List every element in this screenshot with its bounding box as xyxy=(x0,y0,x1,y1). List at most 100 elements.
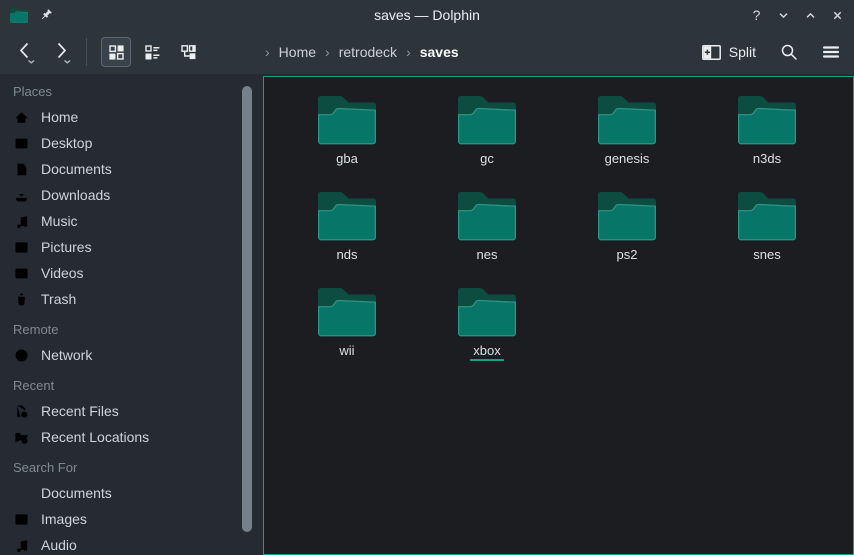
search-icon xyxy=(780,43,798,61)
folder-label: nes xyxy=(474,247,501,265)
folder-snes[interactable]: snes xyxy=(697,184,837,280)
minimize-button[interactable] xyxy=(776,8,791,23)
window-folder-icon[interactable] xyxy=(10,8,28,23)
folder-label: gba xyxy=(333,151,361,169)
details-view-icon xyxy=(144,44,161,61)
pictures-icon xyxy=(13,239,30,256)
sidebar-section: Places Home Desktop Documents Downloads … xyxy=(0,74,263,312)
sidebar-item-label: Recent Files xyxy=(41,403,119,419)
folder-label: wii xyxy=(336,343,357,361)
sidebar-item-home[interactable]: Home xyxy=(0,104,263,130)
folder-icon xyxy=(458,96,516,145)
folder-icon xyxy=(318,96,376,145)
chevron-down-icon xyxy=(778,10,789,21)
arrow-back-icon xyxy=(14,39,38,65)
close-button[interactable] xyxy=(830,8,845,23)
sidebar-item-label: Network xyxy=(41,347,92,363)
folder-n3ds[interactable]: n3ds xyxy=(697,88,837,184)
folder-icon xyxy=(458,192,516,241)
sidebar-item-label: Trash xyxy=(41,291,76,307)
sidebar-item-network[interactable]: Network xyxy=(0,342,263,368)
sidebar-item-downloads[interactable]: Downloads xyxy=(0,182,263,208)
trash-icon xyxy=(13,291,30,308)
sidebar-item-label: Images xyxy=(41,511,87,527)
desktop-icon xyxy=(13,135,30,152)
hamburger-menu-icon xyxy=(822,43,840,61)
view-tree-button[interactable] xyxy=(173,37,203,67)
view-details-button[interactable] xyxy=(137,37,167,67)
downloads-icon xyxy=(13,187,30,204)
breadcrumb-separator-icon: › xyxy=(265,44,270,60)
back-button[interactable] xyxy=(12,37,40,67)
search-button[interactable] xyxy=(780,43,798,61)
sidebar-item-documents[interactable]: Documents xyxy=(0,480,263,506)
forward-button[interactable] xyxy=(48,37,76,67)
sidebar-item-trash[interactable]: Trash xyxy=(0,286,263,312)
sidebar-section-items: Documents Images Audio xyxy=(0,480,263,555)
sidebar-section: Search For Documents Images Audio xyxy=(0,450,263,555)
folder-ps2[interactable]: ps2 xyxy=(557,184,697,280)
sidebar-section-header-remote[interactable]: Remote xyxy=(0,312,263,342)
sidebar-item-pictures[interactable]: Pictures xyxy=(0,234,263,260)
folder-icon xyxy=(738,96,796,145)
folder-label: ps2 xyxy=(614,247,641,265)
split-button[interactable]: Split xyxy=(702,44,756,60)
folder-icon xyxy=(598,192,656,241)
pin-icon[interactable] xyxy=(39,8,53,22)
chevron-up-icon xyxy=(805,10,816,21)
folder-grid: gba gc genesis n3ds nds nes ps2 snes wii… xyxy=(277,88,853,376)
sidebar-section-items: Recent Files Recent Locations xyxy=(0,398,263,450)
split-button-label: Split xyxy=(729,44,756,60)
folder-icon xyxy=(738,192,796,241)
folder-view[interactable]: gba gc genesis n3ds nds nes ps2 snes wii… xyxy=(263,76,854,555)
recent-files-icon xyxy=(13,403,30,420)
folder-xbox[interactable]: xbox xyxy=(417,280,557,376)
sidebar-item-recent-locations[interactable]: Recent Locations xyxy=(0,424,263,450)
document-icon xyxy=(13,161,30,178)
sidebar-item-images[interactable]: Images xyxy=(0,506,263,532)
music-icon xyxy=(13,213,30,230)
sidebar-scrollbar[interactable] xyxy=(242,86,252,532)
sidebar-item-music[interactable]: Music xyxy=(0,208,263,234)
folder-nes[interactable]: nes xyxy=(417,184,557,280)
view-icons-button[interactable] xyxy=(101,37,131,67)
folder-nds[interactable]: nds xyxy=(277,184,417,280)
sidebar-item-label: Home xyxy=(41,109,78,125)
folder-icon xyxy=(598,96,656,145)
sidebar-section-header-recent[interactable]: Recent xyxy=(0,368,263,398)
sidebar-item-label: Documents xyxy=(41,485,112,501)
tree-view-icon xyxy=(180,44,197,61)
sidebar-item-audio[interactable]: Audio xyxy=(0,532,263,555)
maximize-button[interactable] xyxy=(803,8,818,23)
breadcrumb-item-retrodeck[interactable]: retrodeck xyxy=(339,44,397,60)
icons-view-icon xyxy=(108,44,125,61)
home-icon xyxy=(13,109,30,126)
folder-gc[interactable]: gc xyxy=(417,88,557,184)
folder-genesis[interactable]: genesis xyxy=(557,88,697,184)
sidebar-section-items: Network xyxy=(0,342,263,368)
sidebar-item-videos[interactable]: Videos xyxy=(0,260,263,286)
sidebar-item-label: Downloads xyxy=(41,187,110,203)
sidebar-section: Remote Network xyxy=(0,312,263,368)
help-button[interactable]: ? xyxy=(749,8,764,23)
sidebar-section-header-places[interactable]: Places xyxy=(0,74,263,104)
breadcrumb-item-home[interactable]: Home xyxy=(279,44,316,60)
folder-label: n3ds xyxy=(750,151,784,169)
folder-label: xbox xyxy=(470,343,503,361)
sidebar-item-label: Desktop xyxy=(41,135,92,151)
folder-label: snes xyxy=(750,247,783,265)
breadcrumb-separator-icon: › xyxy=(406,44,411,60)
network-icon xyxy=(13,347,30,364)
sidebar-section-header-search-for[interactable]: Search For xyxy=(0,450,263,480)
places-panel: Places Home Desktop Documents Downloads … xyxy=(0,74,263,555)
sidebar-item-recent-files[interactable]: Recent Files xyxy=(0,398,263,424)
sidebar-item-documents[interactable]: Documents xyxy=(0,156,263,182)
menu-button[interactable] xyxy=(822,43,840,61)
folder-gba[interactable]: gba xyxy=(277,88,417,184)
sidebar-item-label: Music xyxy=(41,213,78,229)
folder-label: gc xyxy=(477,151,497,169)
sidebar-sections: Places Home Desktop Documents Downloads … xyxy=(0,74,263,555)
breadcrumb-item-saves[interactable]: saves xyxy=(420,44,459,60)
sidebar-item-desktop[interactable]: Desktop xyxy=(0,130,263,156)
folder-wii[interactable]: wii xyxy=(277,280,417,376)
